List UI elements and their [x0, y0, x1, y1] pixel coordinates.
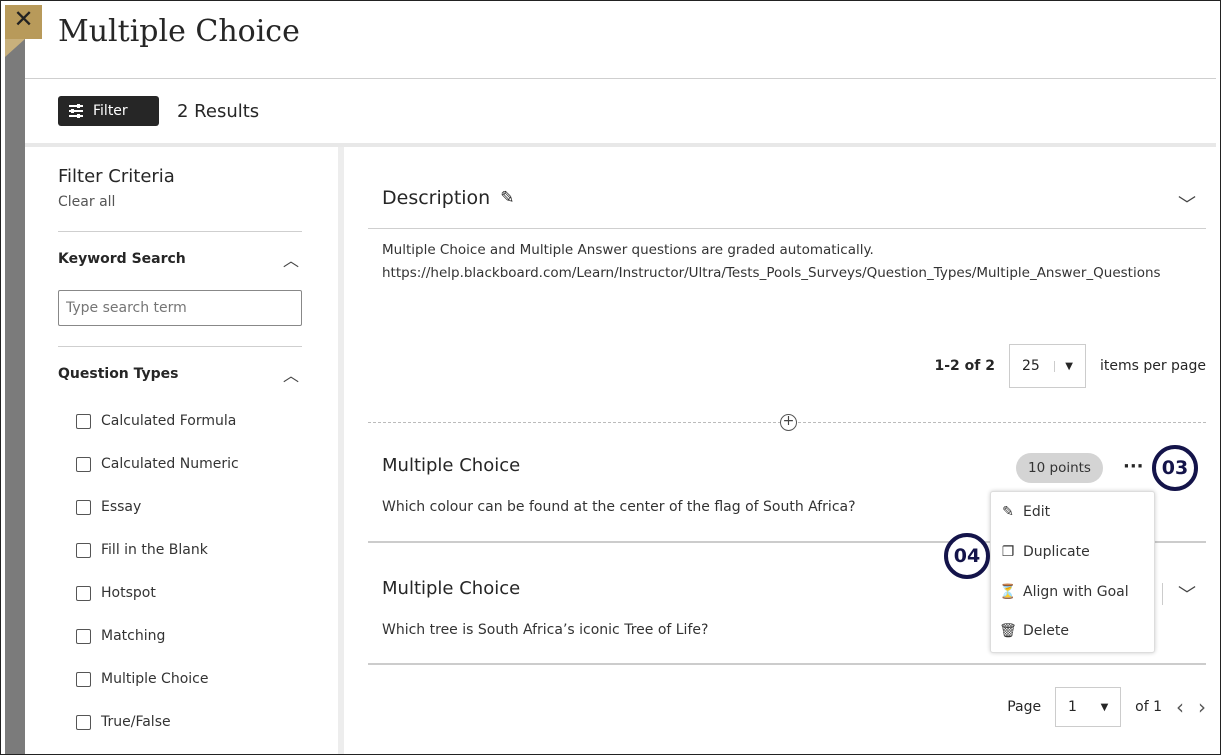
description-line: Multiple Choice and Multiple Answer ques… — [382, 242, 874, 258]
close-x-icon: ✕ — [13, 5, 34, 33]
page-value: 1 — [1067, 699, 1077, 715]
clear-all-link[interactable]: Clear all — [58, 194, 115, 210]
range-label: 1-2 of 2 — [934, 358, 995, 374]
results-count: 2 Results — [177, 101, 260, 122]
question-type[interactable]: Multiple Choice — [382, 578, 520, 599]
callout-badge: 04 — [944, 533, 990, 579]
chevron-up-icon[interactable]: ︿ — [283, 247, 299, 271]
checkbox-label: Multiple Choice — [101, 671, 209, 687]
checkbox-item[interactable]: Hotspot — [76, 585, 156, 601]
chevron-down-icon[interactable]: ﹀ — [1178, 581, 1196, 607]
description-heading: Description ✎ — [382, 187, 514, 209]
page-total: of 1 — [1135, 699, 1162, 715]
filter-button[interactable]: Filter — [58, 96, 159, 126]
items-per-page-label: items per page — [1099, 358, 1206, 374]
filter-sidebar: Filter Criteria Clear all Keyword Search… — [25, 147, 338, 755]
checkbox-label: Calculated Numeric — [101, 456, 239, 472]
items-per-page-select[interactable]: 25 ▼ — [1008, 344, 1086, 388]
filter-label: Filter — [93, 103, 128, 119]
checkbox-item[interactable]: Calculated Numeric — [76, 456, 239, 472]
checkbox-item[interactable]: Multiple Choice — [76, 671, 208, 687]
menu-item-duplicate[interactable]: ❐ Duplicate — [999, 544, 1090, 560]
help-link[interactable]: https://help.blackboard.com/Learn/Instru… — [382, 262, 1161, 285]
divider — [1162, 583, 1163, 605]
caret-down-icon: ▼ — [1054, 360, 1073, 372]
pencil-icon[interactable]: ✎ — [500, 188, 514, 208]
checkbox[interactable] — [76, 456, 91, 472]
checkbox-item[interactable]: Calculated Formula — [76, 413, 236, 429]
checkbox[interactable] — [76, 542, 91, 558]
page-label: Page — [1007, 699, 1042, 715]
close-button[interactable]: ✕ — [5, 5, 42, 39]
chevron-down-icon[interactable]: ﹀ — [1178, 191, 1196, 217]
checkbox-label: True/False — [101, 714, 171, 730]
menu-label: Delete — [1023, 623, 1069, 639]
checkbox[interactable] — [76, 413, 91, 429]
main-content: Description ✎ ﹀ Multiple Choice and Multi… — [344, 147, 1216, 755]
menu-label: Duplicate — [1023, 544, 1090, 560]
pagination-bottom: Page 1 ▼ of 1 ‹ › — [1007, 687, 1206, 727]
description-text: Multiple Choice and Multiple Answer ques… — [382, 239, 1161, 285]
per-page-value: 25 — [1021, 358, 1040, 374]
chevron-left-icon[interactable]: ‹ — [1176, 695, 1184, 719]
pagination-top: 1-2 of 2 25 ▼ items per page — [934, 344, 1206, 388]
menu-item-edit[interactable]: ✎ Edit — [999, 504, 1050, 520]
checkbox[interactable] — [76, 714, 91, 730]
corner-fold — [5, 39, 25, 57]
pencil-icon: ✎ — [1002, 504, 1014, 520]
checkbox-label: Essay — [101, 499, 142, 515]
caret-down-icon: ▼ — [1100, 701, 1109, 713]
checkbox-label: Hotspot — [101, 585, 156, 601]
question-type[interactable]: Multiple Choice — [382, 455, 520, 476]
keyword-search-heading[interactable]: Keyword Search — [58, 251, 186, 267]
page-select[interactable]: 1 ▼ — [1055, 687, 1122, 727]
chevron-up-icon[interactable]: ︿ — [283, 362, 299, 386]
page-title: Multiple Choice — [58, 14, 300, 49]
menu-item-delete[interactable]: 🗑 Delete — [999, 623, 1069, 639]
callout-badge: 03 — [1152, 445, 1198, 491]
options-menu: ✎ Edit ❐ Duplicate ⏳ Align with Goal 🗑 Delet… — [990, 491, 1155, 653]
checkbox[interactable] — [76, 671, 91, 687]
checkbox[interactable] — [76, 585, 91, 601]
divider — [368, 663, 1206, 665]
checkbox-label: Calculated Formula — [101, 413, 237, 429]
goal-trophy-icon: ⏳ — [999, 584, 1017, 600]
checkbox[interactable] — [76, 628, 91, 644]
checkbox-label: Matching — [101, 628, 166, 644]
filter-criteria-title: Filter Criteria — [58, 166, 175, 187]
checkbox-item[interactable]: Matching — [76, 628, 165, 644]
add-question-icon[interactable]: + — [780, 414, 797, 431]
question-types-heading[interactable]: Question Types — [58, 366, 179, 382]
checkbox-item[interactable]: Fill in the Blank — [76, 542, 208, 558]
divider — [368, 228, 1206, 229]
sliders-icon — [69, 104, 83, 118]
chevron-right-icon[interactable]: › — [1198, 695, 1206, 719]
menu-label: Align with Goal — [1023, 584, 1129, 600]
checkbox-label: Fill in the Blank — [101, 542, 208, 558]
menu-label: Edit — [1023, 504, 1051, 520]
checkbox-item[interactable]: True/False — [76, 714, 171, 730]
points-badge: 10 points — [1016, 453, 1103, 483]
checkbox[interactable] — [76, 499, 91, 515]
divider — [58, 346, 302, 347]
description-title: Description — [382, 187, 491, 209]
menu-item-align-with-goal[interactable]: ⏳ Align with Goal — [999, 584, 1129, 600]
checkbox-item[interactable]: Essay — [76, 499, 141, 515]
divider — [58, 231, 302, 232]
duplicate-icon: ❐ — [1001, 544, 1015, 560]
left-edge-strip — [5, 5, 25, 755]
divider — [25, 78, 1216, 79]
search-input[interactable] — [58, 290, 302, 326]
more-options-icon[interactable]: ··· — [1123, 456, 1144, 477]
question-text: Which colour can be found at the center … — [382, 499, 856, 515]
question-text: Which tree is South Africa’s iconic Tree… — [382, 622, 709, 638]
trash-icon: 🗑 — [999, 623, 1017, 639]
